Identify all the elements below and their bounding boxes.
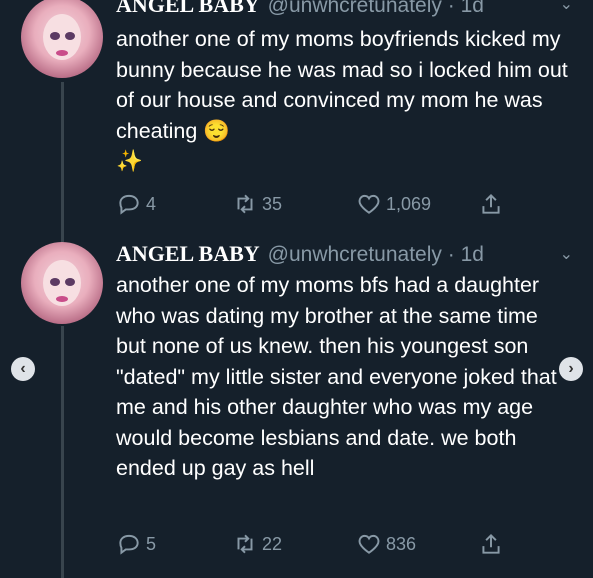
tweet-text: another one of my moms boyfriends kicked… [116,27,568,173]
retweet-button[interactable]: 22 [232,531,282,557]
tweet-header: ANGEL BABY @unwhcretunately · 1d [116,0,484,18]
like-count: 836 [386,533,417,554]
share-icon [482,533,500,554]
thread-line [61,82,64,242]
handle[interactable]: @unwhcretunately [268,243,442,266]
retweet-count: 22 [262,533,283,554]
timestamp[interactable]: · 1d [448,0,484,17]
retweet-button[interactable]: 35 [232,191,282,217]
like-button[interactable]: 836 [356,531,416,557]
heart-icon [358,194,380,214]
like-count: 1,069 [386,193,432,214]
thread-line [61,326,64,578]
reply-count: 4 [146,193,157,214]
chevron-down-icon[interactable]: ⌄ [560,244,573,264]
display-name[interactable]: ANGEL BABY [116,241,260,266]
tweet-header: ANGEL BABY @unwhcretunately · 1d [116,241,484,267]
reply-button[interactable]: 4 [116,191,156,217]
carousel-prev-button[interactable]: ‹ [11,357,35,381]
tweet-text: another one of my moms bfs had a daughte… [116,273,563,480]
display-name[interactable]: ANGEL BABY [116,0,260,17]
avatar[interactable] [21,242,103,324]
avatar[interactable] [21,0,103,78]
handle[interactable]: @unwhcretunately [268,0,442,17]
chevron-down-icon[interactable]: ⌄ [560,0,573,14]
tweet-1[interactable]: ANGEL BABY @unwhcretunately · 1d ⌄ anothe… [0,0,593,242]
share-button[interactable] [478,531,508,557]
retweet-count: 35 [262,193,283,214]
reply-count: 5 [146,533,157,554]
share-button[interactable] [478,191,508,217]
reply-icon [119,534,139,555]
like-button[interactable]: 1,069 [356,191,431,217]
carousel-next-button[interactable]: › [559,357,583,381]
tweet-2[interactable]: ANGEL BABY @unwhcretunately · 1d ⌄ anothe… [0,236,593,578]
retweet-icon [237,194,253,214]
timestamp[interactable]: · 1d [448,243,484,266]
reply-icon [119,194,139,215]
retweet-icon [237,534,253,554]
reply-button[interactable]: 5 [116,531,156,557]
heart-icon [358,534,380,554]
share-icon [482,193,500,214]
